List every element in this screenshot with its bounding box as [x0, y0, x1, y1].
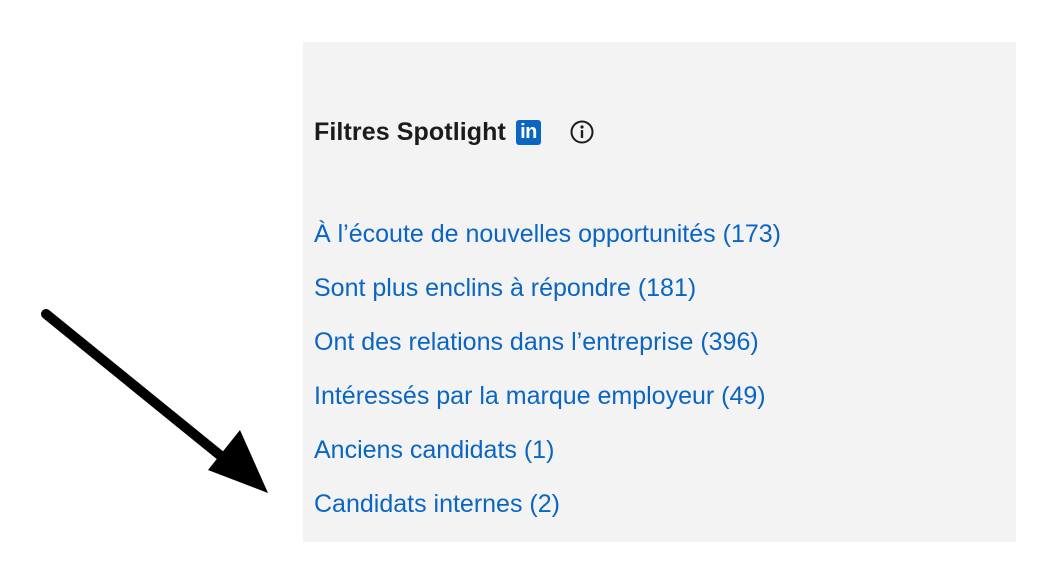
arrow-shaft	[41, 309, 237, 470]
panel-header: Filtres Spotlight in	[314, 116, 595, 148]
filter-engaged-with-brand[interactable]: Intéressés par la marque employeur (49)	[314, 369, 781, 423]
filter-count: (1)	[523, 436, 555, 464]
filter-label: Ont des relations dans l’entreprise	[314, 328, 694, 356]
filter-company-connections[interactable]: Ont des relations dans l’entreprise (396…	[314, 315, 781, 369]
filter-count: (49)	[721, 382, 766, 410]
filter-open-to-opportunities[interactable]: À l’écoute de nouvelles opportunités (17…	[314, 207, 781, 261]
filter-label: Sont plus enclins à répondre	[314, 274, 631, 302]
filter-more-likely-to-respond[interactable]: Sont plus enclins à répondre (181)	[314, 261, 781, 315]
filter-count: (173)	[722, 220, 781, 248]
filter-label: Candidats internes	[314, 490, 523, 518]
arrow-head	[208, 430, 268, 493]
filter-count: (2)	[529, 490, 560, 518]
filter-label: Anciens candidats	[314, 436, 517, 464]
screenshot-stage: Filtres Spotlight in À l’écoute de nouve…	[0, 0, 1056, 568]
filter-count: (181)	[637, 274, 697, 302]
filter-past-applicants[interactable]: Anciens candidats (1)	[314, 423, 781, 477]
info-circle-glyph	[570, 120, 594, 144]
spotlight-filters-panel: Filtres Spotlight in À l’écoute de nouve…	[303, 42, 1016, 542]
filter-internal-candidates[interactable]: Candidats internes (2)	[314, 477, 781, 531]
filter-list: À l’écoute de nouvelles opportunités (17…	[314, 207, 781, 531]
filter-label: Intéressés par la marque employeur	[314, 382, 715, 410]
filter-label: À l’écoute de nouvelles opportunités	[314, 220, 716, 248]
filter-count: (396)	[700, 328, 759, 356]
panel-title: Filtres Spotlight	[314, 117, 506, 146]
info-circle-icon[interactable]	[569, 119, 595, 145]
linkedin-icon: in	[515, 119, 541, 145]
